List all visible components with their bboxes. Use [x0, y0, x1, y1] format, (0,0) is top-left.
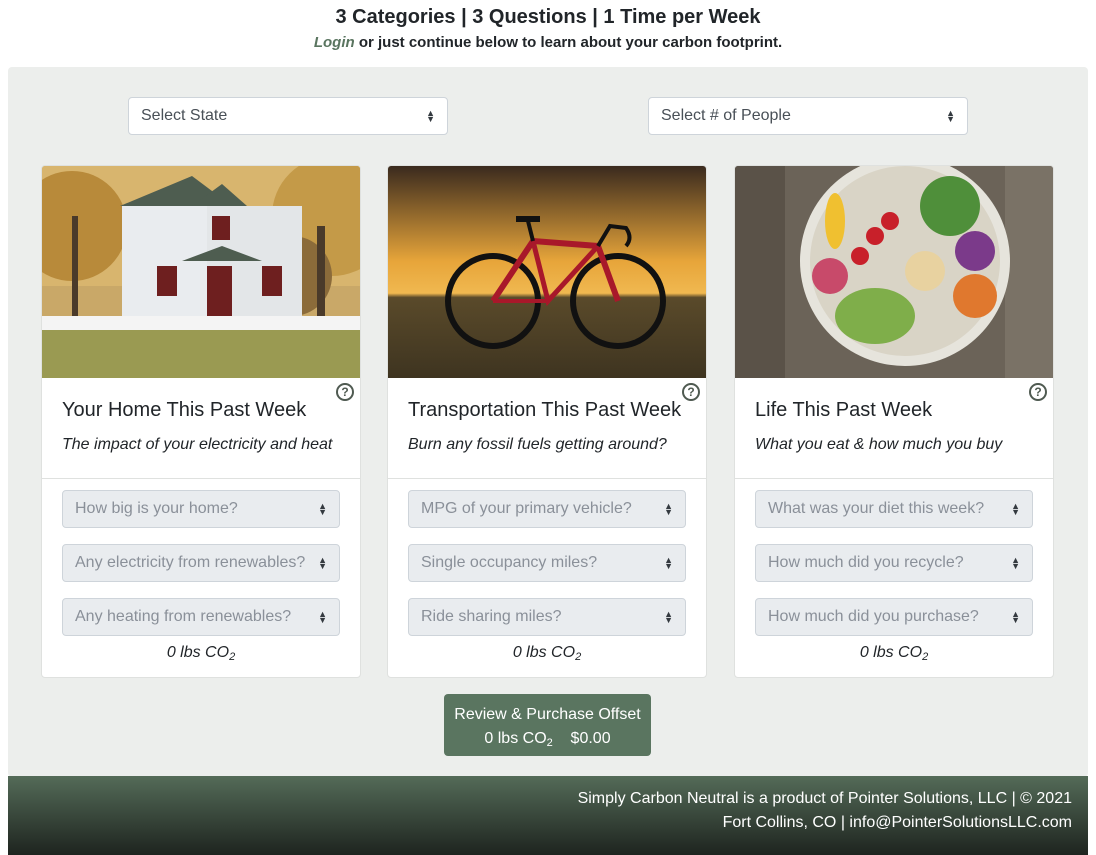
select-placeholder: Any heating from renewables?	[75, 608, 292, 625]
select-arrows-icon: ▲ ▼	[1011, 501, 1020, 517]
page-footer: Simply Carbon Neutral is a product of Po…	[8, 776, 1088, 855]
select-placeholder: MPG of your primary vehicle?	[421, 500, 632, 517]
bicycle-image	[388, 166, 706, 378]
select-arrows-icon: ▲ ▼	[1011, 555, 1020, 571]
review-co2-value: 0 lbs CO	[484, 730, 547, 747]
select-placeholder: How much did you purchase?	[768, 608, 979, 625]
footer-copyright: Simply Carbon Neutral is a product of Po…	[577, 790, 1072, 807]
review-button-label: Review & Purchase Offset	[454, 706, 641, 723]
select-arrows-icon: ▲ ▼	[318, 501, 327, 517]
state-select[interactable]: Select State ▲ ▼	[128, 97, 448, 135]
state-select-value: Select State	[141, 107, 228, 124]
footer-contact: Fort Collins, CO | info@PointerSolutions…	[722, 814, 1072, 831]
people-select-value: Select # of People	[661, 107, 791, 124]
transportation-card: ? Transportation This Past Week Burn any…	[387, 165, 707, 678]
ride-sharing-miles-select[interactable]: Ride sharing miles? ▲ ▼	[408, 598, 686, 636]
select-arrows-icon: ▲ ▼	[664, 609, 673, 625]
page-subtitle: Login or just continue below to learn ab…	[0, 34, 1096, 51]
co2-value: 0 lbs CO	[859, 644, 923, 661]
home-card: ? Your Home This Past Week The impact of…	[41, 165, 361, 678]
select-placeholder: What was your diet this week?	[768, 500, 985, 517]
review-co2-subscript: 2	[546, 737, 553, 749]
select-placeholder: Ride sharing miles?	[421, 608, 562, 625]
co2-subscript: 2	[922, 651, 929, 663]
heating-renewables-select[interactable]: Any heating from renewables? ▲ ▼	[62, 598, 340, 636]
vehicle-mpg-select[interactable]: MPG of your primary vehicle? ▲ ▼	[408, 490, 686, 528]
card-divider	[735, 478, 1053, 479]
card-description: Burn any fossil fuels getting around?	[408, 436, 667, 453]
select-arrows-icon: ▲ ▼	[426, 108, 435, 124]
review-price: $0.00	[570, 730, 611, 747]
card-co2-total: 0 lbs CO2	[735, 644, 1053, 663]
electricity-renewables-select[interactable]: Any electricity from renewables? ▲ ▼	[62, 544, 340, 582]
review-button-summary: 0 lbs CO2 $0.00	[444, 727, 651, 755]
select-arrows-icon: ▲ ▼	[318, 609, 327, 625]
select-placeholder: Any electricity from renewables?	[75, 554, 306, 571]
help-icon[interactable]: ?	[336, 383, 354, 401]
card-co2-total: 0 lbs CO2	[42, 644, 360, 663]
co2-subscript: 2	[229, 651, 236, 663]
select-placeholder: Single occupancy miles?	[421, 554, 598, 571]
select-arrows-icon: ▲ ▼	[664, 555, 673, 571]
card-description: The impact of your electricity and heat	[62, 436, 333, 453]
select-arrows-icon: ▲ ▼	[1011, 609, 1020, 625]
card-co2-total: 0 lbs CO2	[388, 644, 706, 663]
card-divider	[42, 478, 360, 479]
select-placeholder: How big is your home?	[75, 500, 238, 517]
calculator-panel: Select State ▲▼ Select # of People ▲▼	[8, 67, 1088, 777]
page-title: 3 Categories | 3 Questions | 1 Time per …	[335, 6, 761, 28]
house-image	[42, 166, 360, 378]
card-divider	[388, 478, 706, 479]
help-icon[interactable]: ?	[682, 383, 700, 401]
select-arrows-icon: ▲ ▼	[318, 555, 327, 571]
help-icon[interactable]: ?	[1029, 383, 1047, 401]
card-title: Your Home This Past Week	[62, 399, 307, 421]
single-occupancy-miles-select[interactable]: Single occupancy miles? ▲ ▼	[408, 544, 686, 582]
review-purchase-button[interactable]: Review & Purchase Offset 0 lbs CO2 $0.00	[444, 694, 651, 756]
card-title: Life This Past Week	[755, 399, 933, 421]
select-arrows-icon: ▲ ▼	[664, 501, 673, 517]
life-card: ? Life This Past Week What you eat & how…	[734, 165, 1054, 678]
subtitle-text: or just continue below to learn about yo…	[354, 34, 783, 51]
card-title: Transportation This Past Week	[408, 399, 682, 421]
select-arrows-icon: ▲ ▼	[946, 108, 955, 124]
co2-value: 0 lbs CO	[512, 644, 576, 661]
login-link[interactable]: Login	[314, 34, 355, 51]
recycle-select[interactable]: How much did you recycle? ▲ ▼	[755, 544, 1033, 582]
home-size-select[interactable]: How big is your home? ▲ ▼	[62, 490, 340, 528]
card-description: What you eat & how much you buy	[755, 436, 1003, 453]
co2-value: 0 lbs CO	[166, 644, 230, 661]
diet-select[interactable]: What was your diet this week? ▲ ▼	[755, 490, 1033, 528]
co2-subscript: 2	[575, 651, 582, 663]
select-placeholder: How much did you recycle?	[768, 554, 964, 571]
people-select[interactable]: Select # of People ▲ ▼	[648, 97, 968, 135]
food-bowl-image	[735, 166, 1053, 378]
purchase-select[interactable]: How much did you purchase? ▲ ▼	[755, 598, 1033, 636]
